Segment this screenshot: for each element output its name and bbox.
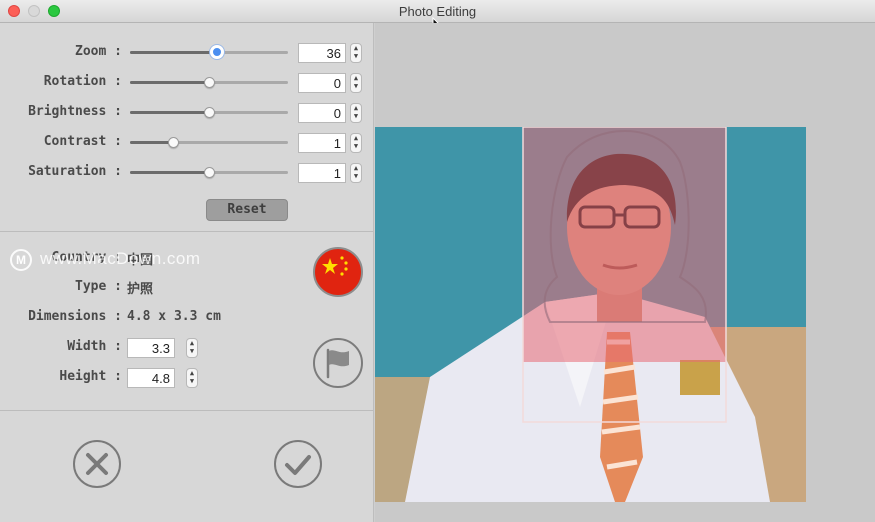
height-stepper[interactable]: ▲ ▼ (186, 368, 198, 388)
zoom-value-field[interactable]: 36 (298, 43, 346, 63)
watermark-text: www.MacDown.com (40, 249, 201, 268)
zoom-slider[interactable] (130, 45, 288, 59)
brightness-label: Brightness : (28, 104, 122, 119)
brightness-slider-knob[interactable] (203, 107, 215, 118)
china-flag-icon[interactable] (313, 247, 363, 297)
brightness-value-field[interactable]: 0 (298, 103, 346, 123)
divider (0, 410, 374, 411)
rotation-label: Rotation : (43, 74, 122, 89)
height-field[interactable]: 4.8 (127, 368, 175, 388)
contrast-stepper[interactable]: ▲ ▼ (350, 133, 362, 153)
width-stepper[interactable]: ▲ ▼ (186, 338, 198, 358)
cancel-icon (86, 453, 108, 475)
flag-icon[interactable] (313, 338, 363, 388)
width-field[interactable]: 3.3 (127, 338, 175, 358)
rotation-value-field[interactable]: 0 (298, 73, 346, 93)
brightness-stepper[interactable]: ▲ ▼ (350, 103, 362, 123)
rotation-slider-knob[interactable] (203, 77, 215, 88)
saturation-label: Saturation : (28, 164, 122, 179)
saturation-slider[interactable] (130, 167, 288, 178)
rotation-slider[interactable] (130, 77, 288, 88)
saturation-value-field[interactable]: 1 (298, 163, 346, 183)
photo-preview-area (375, 23, 875, 522)
zoom-label: Zoom : (75, 44, 122, 59)
zoom-slider-knob[interactable] (210, 45, 224, 59)
confirm-button[interactable] (274, 440, 322, 488)
settings-panel: Zoom : 36 ▲ ▼ Rotation : 0 ▲ ▼ Brightness … (0, 23, 374, 522)
brightness-slider[interactable] (130, 107, 288, 118)
contrast-value-field[interactable]: 1 (298, 133, 346, 153)
contrast-slider[interactable] (130, 137, 288, 148)
height-label: Height : (59, 369, 122, 384)
portrait-photo[interactable] (375, 127, 806, 502)
watermark-logo-icon: M (10, 249, 32, 271)
contrast-label: Contrast : (43, 134, 122, 149)
dimensions-value: 4.8 x 3.3 cm (127, 309, 221, 324)
divider (0, 231, 374, 232)
width-label: Width : (67, 339, 122, 354)
zoom-stepper[interactable]: ▲ ▼ (350, 43, 362, 63)
checkmark-icon (285, 455, 311, 475)
reset-button[interactable]: Reset (206, 199, 288, 221)
type-label: Type : (75, 279, 122, 294)
saturation-stepper[interactable]: ▲ ▼ (350, 163, 362, 183)
contrast-slider-knob[interactable] (167, 137, 179, 148)
rotation-stepper[interactable]: ▲ ▼ (350, 73, 362, 93)
type-value: 护照 (127, 282, 154, 297)
saturation-slider-knob[interactable] (203, 167, 215, 178)
dimensions-label: Dimensions : (28, 309, 122, 324)
cancel-button[interactable] (73, 440, 121, 488)
